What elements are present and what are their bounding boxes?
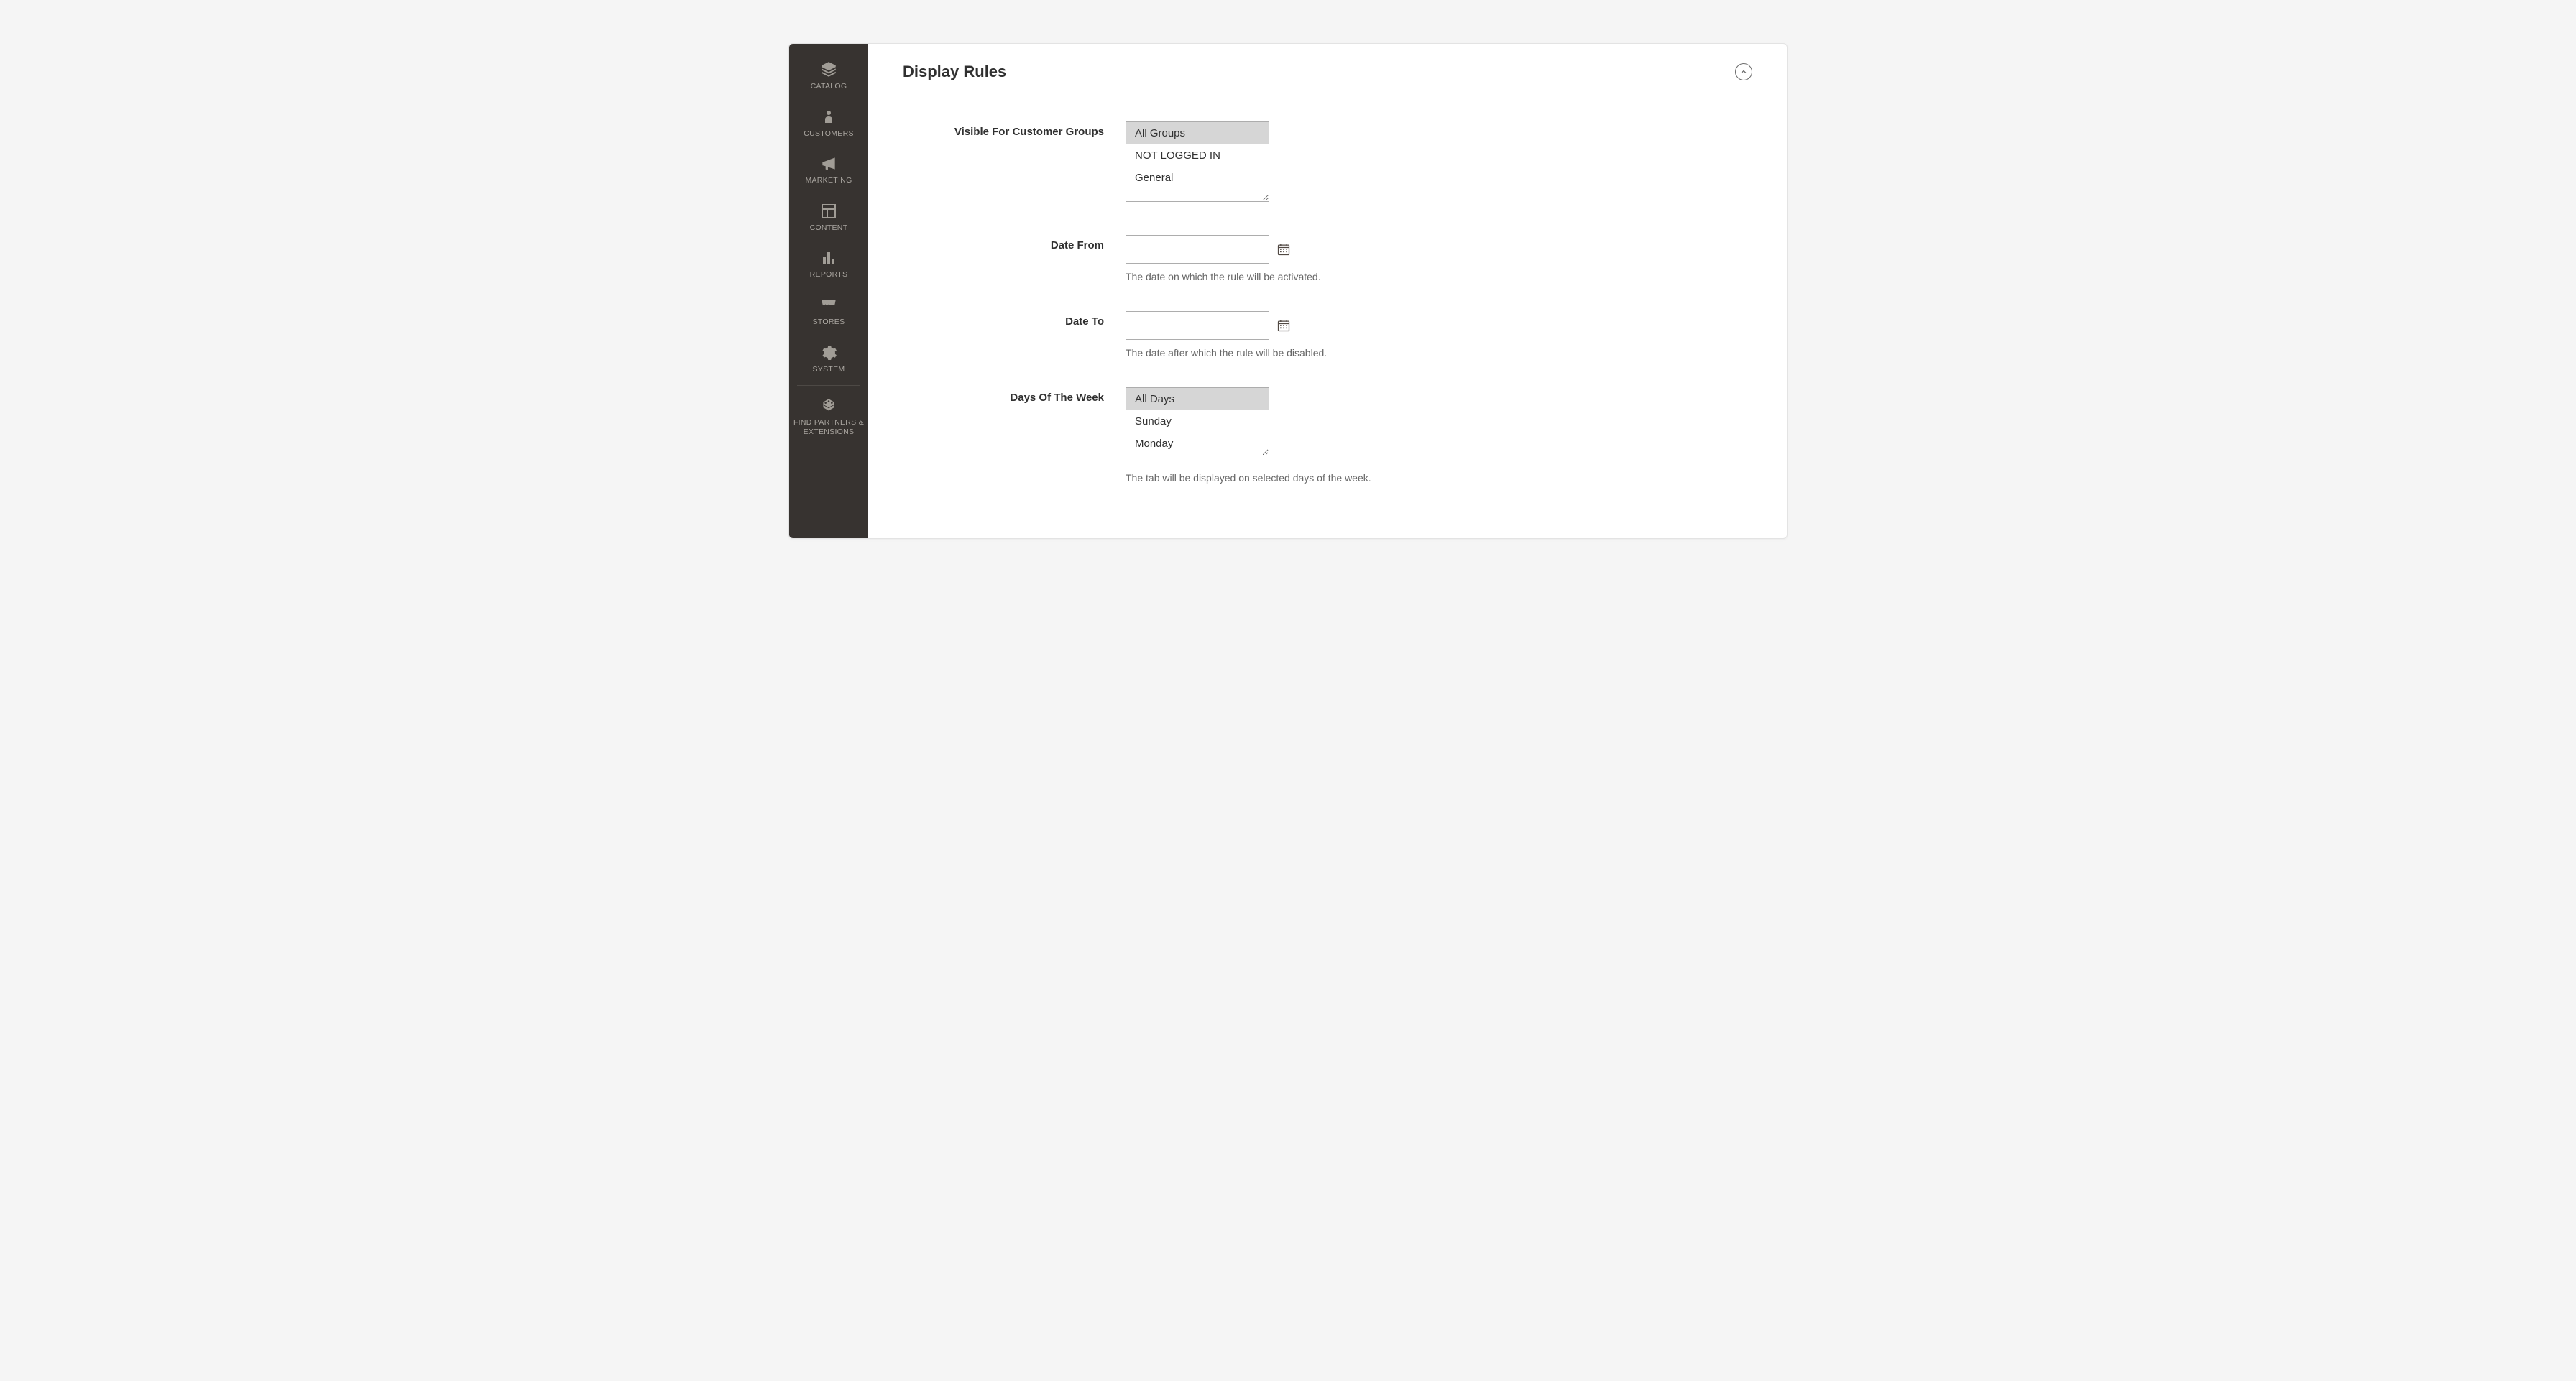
sidebar-item-system[interactable]: SYSTEM	[789, 336, 868, 383]
sidebar-item-content[interactable]: CONTENT	[789, 194, 868, 241]
catalog-icon	[819, 60, 839, 80]
calendar-icon[interactable]	[1276, 318, 1291, 333]
field-date-from: Date From The date on which the rule wil…	[903, 235, 1752, 282]
label-col: Date From	[903, 235, 1126, 252]
system-icon	[819, 343, 839, 363]
admin-panel: CATALOG CUSTOMERS MARKETING CONTENT REPO	[788, 43, 1788, 539]
date-to-input[interactable]	[1133, 312, 1276, 339]
content-icon	[819, 201, 839, 221]
label-col: Date To	[903, 311, 1126, 328]
control-col: The date on which the rule will be activ…	[1126, 235, 1752, 282]
sidebar-item-marketing[interactable]: MARKETING	[789, 147, 868, 194]
sidebar-label: CONTENT	[807, 223, 851, 233]
field-date-to: Date To The date after which the rule wi…	[903, 311, 1752, 359]
sidebar-item-stores[interactable]: STORES	[789, 288, 868, 336]
reports-icon	[819, 248, 839, 268]
collapse-section-button[interactable]	[1735, 63, 1752, 80]
field-label: Date From	[1051, 239, 1104, 251]
sidebar-label: SYSTEM	[810, 365, 848, 374]
section-header: Display Rules	[903, 63, 1752, 81]
days-of-week-select[interactable]: All Days Sunday Monday	[1126, 387, 1269, 456]
helper-text: The tab will be displayed on selected da…	[1126, 472, 1752, 484]
chevron-up-icon	[1739, 68, 1748, 76]
calendar-icon[interactable]	[1276, 242, 1291, 257]
sidebar-label: CATALOG	[808, 82, 850, 91]
field-customer-groups: Visible For Customer Groups All Groups N…	[903, 121, 1752, 202]
select-option[interactable]: All Days	[1126, 388, 1269, 410]
field-label: Date To	[1065, 315, 1104, 328]
date-from-input-wrap	[1126, 235, 1269, 264]
sidebar-label: STORES	[810, 318, 848, 327]
field-days-of-week: Days Of The Week All Days Sunday Monday …	[903, 387, 1752, 484]
select-option[interactable]: All Groups	[1126, 122, 1269, 144]
customers-icon	[819, 107, 839, 127]
sidebar-label: CUSTOMERS	[801, 129, 857, 139]
sidebar-item-reports[interactable]: REPORTS	[789, 241, 868, 288]
sidebar-label: REPORTS	[807, 270, 851, 280]
sidebar-item-customers[interactable]: CUSTOMERS	[789, 100, 868, 147]
main-content: Display Rules Visible For Customer Group…	[868, 44, 1787, 538]
stores-icon	[819, 295, 839, 315]
sidebar-label: FIND PARTNERS & EXTENSIONS	[789, 418, 868, 436]
partners-icon	[819, 396, 839, 416]
field-label: Days Of The Week	[1010, 392, 1104, 404]
helper-text: The date after which the rule will be di…	[1126, 347, 1752, 359]
section-title: Display Rules	[903, 63, 1006, 81]
select-option[interactable]: Monday	[1126, 433, 1269, 455]
sidebar-item-catalog[interactable]: CATALOG	[789, 52, 868, 100]
field-label: Visible For Customer Groups	[954, 126, 1104, 138]
select-option[interactable]: General	[1126, 167, 1269, 189]
date-to-input-wrap	[1126, 311, 1269, 340]
sidebar-item-partners[interactable]: FIND PARTNERS & EXTENSIONS	[789, 389, 868, 445]
sidebar-label: MARKETING	[802, 176, 855, 185]
control-col: The date after which the rule will be di…	[1126, 311, 1752, 359]
helper-text: The date on which the rule will be activ…	[1126, 271, 1752, 282]
select-option[interactable]: Sunday	[1126, 410, 1269, 433]
date-from-input[interactable]	[1133, 236, 1276, 263]
control-col: All Days Sunday Monday The tab will be d…	[1126, 387, 1752, 484]
control-col: All Groups NOT LOGGED IN General	[1126, 121, 1752, 202]
sidebar-divider	[797, 385, 860, 386]
marketing-icon	[819, 154, 839, 174]
label-col: Days Of The Week	[903, 387, 1126, 405]
customer-groups-select[interactable]: All Groups NOT LOGGED IN General	[1126, 121, 1269, 202]
admin-sidebar: CATALOG CUSTOMERS MARKETING CONTENT REPO	[789, 44, 868, 538]
label-col: Visible For Customer Groups	[903, 121, 1126, 139]
select-option[interactable]: NOT LOGGED IN	[1126, 144, 1269, 167]
